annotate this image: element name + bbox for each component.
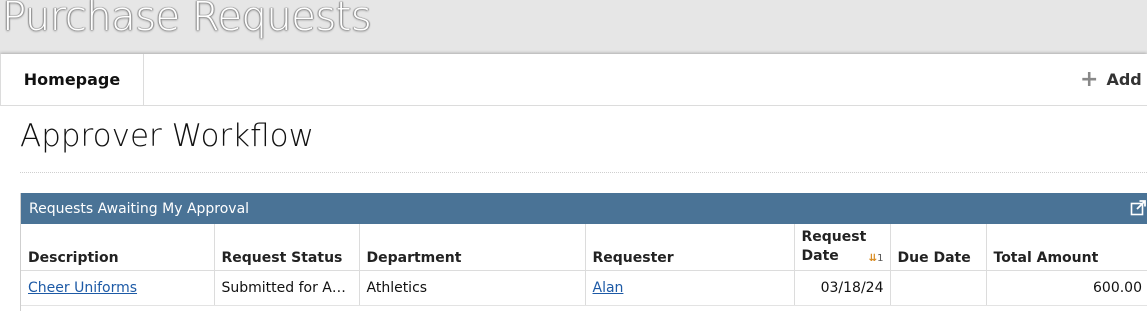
cell-requester: Alan [585,270,795,306]
table-row: Cheer Uniforms Submitted for Ap… Athleti… [21,270,1147,306]
app-title: Purchase Requests [2,0,372,40]
main-panel: Homepage + Add ▾ Approver Workflow Reque… [0,54,1147,311]
description-link[interactable]: Cheer Uniforms [28,280,137,296]
column-header-request-date[interactable]: Request Date ⇊1 [794,224,891,271]
cell-department: Athletics [359,270,586,306]
cell-request-date: 03/18/24 [794,270,891,306]
cell-status: Submitted for Ap… [214,270,360,306]
column-header-total-amount[interactable]: Total Amount [986,224,1147,271]
external-link-icon[interactable] [1130,200,1146,216]
requests-table: Description Request Status Department Re… [21,224,1147,306]
sort-descending-icon: ⇊1 [868,253,884,264]
add-button[interactable]: + Add ▾ [1080,54,1147,105]
plus-icon: + [1080,66,1099,92]
widget-title: Requests Awaiting My Approval [29,200,250,217]
column-header-department[interactable]: Department [359,224,586,271]
sort-order-number: 1 [877,253,884,264]
column-header-request-status[interactable]: Request Status [214,224,360,271]
widget-header: Requests Awaiting My Approval [21,193,1147,224]
status-text: Submitted for Ap… [221,280,348,296]
tab-homepage[interactable]: Homepage [0,54,144,105]
cell-total-amount: 600.00 [986,270,1147,306]
approval-widget: Requests Awaiting My Approval Descriptio… [20,193,1147,311]
cell-description: Cheer Uniforms [21,270,215,306]
requester-link[interactable]: Alan [593,280,624,296]
column-header-requester[interactable]: Requester [585,224,795,271]
column-header-request-date-label: Request Date [801,229,867,264]
section-title: Approver Workflow [20,118,314,154]
cell-due-date [890,270,987,306]
table-header-row: Description Request Status Department Re… [21,224,1147,271]
column-header-due-date[interactable]: Due Date [890,224,987,271]
column-header-description[interactable]: Description [21,224,215,271]
add-label: Add [1106,70,1142,89]
divider [20,172,1147,173]
tab-bar: Homepage + Add ▾ [0,54,1147,106]
